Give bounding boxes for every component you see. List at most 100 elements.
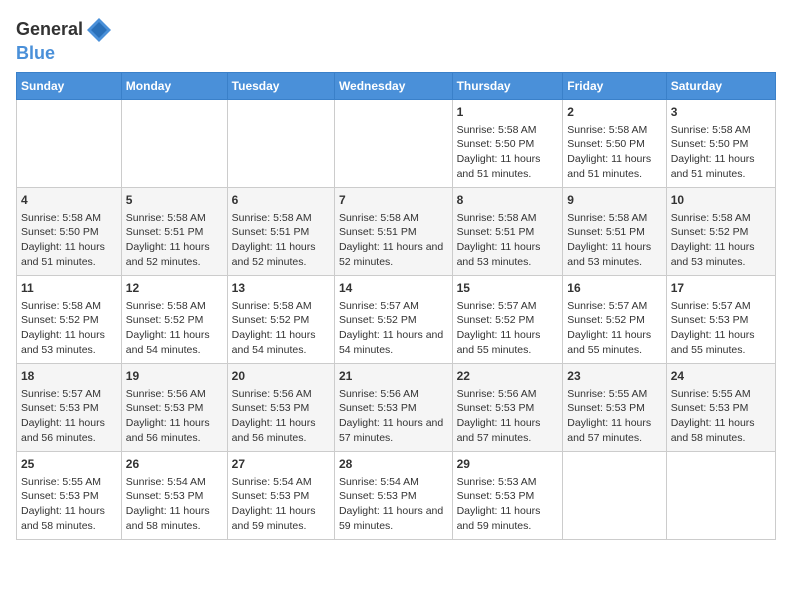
sunrise-label: Sunrise: 5:58 AM [339,212,419,224]
sunset-label: Sunset: 5:53 PM [339,490,417,502]
day-number: 23 [567,368,661,385]
sunset-label: Sunset: 5:53 PM [457,490,535,502]
sunrise-label: Sunrise: 5:56 AM [339,388,419,400]
sunset-label: Sunset: 5:53 PM [21,490,99,502]
sunrise-label: Sunrise: 5:58 AM [232,300,312,312]
daylight-label: Daylight: 11 hours and 59 minutes. [339,505,443,532]
day-cell: 10 Sunrise: 5:58 AM Sunset: 5:52 PM Dayligh… [666,188,775,276]
week-row-3: 11Sunrise: 5:58 AMSunset: 5:52 PMDayligh… [17,276,776,364]
day-number: 26 [126,456,223,473]
day-number: 3 [671,104,771,121]
day-cell: 26Sunrise: 5:54 AMSunset: 5:53 PMDayligh… [121,452,227,540]
sunset-label: Sunset: 5:50 PM [567,138,645,150]
daylight-label: Daylight: 11 hours and 51 minutes. [567,153,651,180]
sunrise-label: Sunrise: 5:58 AM [671,124,751,136]
daylight-label: Daylight: 11 hours and 58 minutes. [126,505,210,532]
col-header-saturday: Saturday [666,73,775,100]
sunrise-label: Sunrise: 5:58 AM [126,300,206,312]
daylight-label: Daylight: 11 hours and 57 minutes. [567,417,651,444]
calendar-table: SundayMondayTuesdayWednesdayThursdayFrid… [16,72,776,540]
day-cell: 27Sunrise: 5:54 AMSunset: 5:53 PMDayligh… [227,452,334,540]
sunset-label: Sunset: 5:53 PM [21,402,99,414]
day-cell: 14Sunrise: 5:57 AMSunset: 5:52 PMDayligh… [334,276,452,364]
daylight-label: Daylight: 11 hours and 54 minutes. [339,329,443,356]
sunset-label: Sunset: 5:52 PM [671,226,749,238]
day-cell: 17Sunrise: 5:57 AMSunset: 5:53 PMDayligh… [666,276,775,364]
day-cell: 23Sunrise: 5:55 AMSunset: 5:53 PMDayligh… [563,364,666,452]
day-number: 27 [232,456,330,473]
sunrise-label: Sunrise: 5:56 AM [232,388,312,400]
sunset-label: Sunset: 5:53 PM [232,490,310,502]
daylight-label: Daylight: 11 hours and 52 minutes. [232,241,316,268]
day-number: 1 [457,104,559,121]
sunrise-label: Sunrise: 5:54 AM [126,476,206,488]
sunset-label: Sunset: 5:53 PM [457,402,535,414]
day-number: 7 [339,192,448,209]
day-number: 21 [339,368,448,385]
day-cell: 21Sunrise: 5:56 AMSunset: 5:53 PMDayligh… [334,364,452,452]
logo-text: General [16,20,83,40]
col-header-wednesday: Wednesday [334,73,452,100]
sunset-label: Sunset: 5:53 PM [126,402,204,414]
sunrise-label: Sunrise: 5:57 AM [567,300,647,312]
day-cell: 18Sunrise: 5:57 AMSunset: 5:53 PMDayligh… [17,364,122,452]
day-number: 5 [126,192,223,209]
day-number: 9 [567,192,661,209]
sunrise-label: Sunrise: 5:58 AM [567,212,647,224]
sunrise-label: Sunrise: 5:53 AM [457,476,537,488]
day-cell: 16Sunrise: 5:57 AMSunset: 5:52 PMDayligh… [563,276,666,364]
daylight-label: Daylight: 11 hours and 51 minutes. [21,241,105,268]
day-cell [666,452,775,540]
daylight-label: Daylight: 11 hours and 52 minutes. [126,241,210,268]
sunset-label: Sunset: 5:52 PM [126,314,204,326]
day-cell: 20Sunrise: 5:56 AMSunset: 5:53 PMDayligh… [227,364,334,452]
day-cell: 28 Sunrise: 5:54 AM Sunset: 5:53 PM Dayligh… [334,452,452,540]
sunset-label: Sunset: 5:51 PM [339,226,417,238]
sunrise-label: Sunrise: 5:58 AM [671,212,751,224]
sunset-label: Sunset: 5:51 PM [232,226,310,238]
logo-icon [85,16,113,44]
day-cell [334,100,452,188]
sunrise-label: Sunrise: 5:58 AM [457,124,537,136]
day-number: 20 [232,368,330,385]
daylight-label: Daylight: 11 hours and 53 minutes. [671,241,755,268]
daylight-label: Daylight: 11 hours and 59 minutes. [232,505,316,532]
sunset-label: Sunset: 5:51 PM [457,226,535,238]
sunrise-label: Sunrise: 5:58 AM [126,212,206,224]
sunset-label: Sunset: 5:50 PM [21,226,99,238]
sunrise-label: Sunrise: 5:57 AM [671,300,751,312]
day-cell [17,100,122,188]
day-number: 29 [457,456,559,473]
daylight-label: Daylight: 11 hours and 58 minutes. [671,417,755,444]
day-number: 14 [339,280,448,297]
sunrise-label: Sunrise: 5:58 AM [567,124,647,136]
sunrise-label: Sunrise: 5:56 AM [457,388,537,400]
day-cell: 29Sunrise: 5:53 AMSunset: 5:53 PMDayligh… [452,452,563,540]
sunrise-label: Sunrise: 5:58 AM [21,300,101,312]
daylight-label: Daylight: 11 hours and 57 minutes. [457,417,541,444]
day-cell [121,100,227,188]
day-cell: 1Sunrise: 5:58 AMSunset: 5:50 PMDaylight… [452,100,563,188]
day-cell: 6Sunrise: 5:58 AMSunset: 5:51 PMDaylight… [227,188,334,276]
sunset-label: Sunset: 5:52 PM [567,314,645,326]
day-cell [563,452,666,540]
day-number: 28 [339,456,448,473]
sunrise-label: Sunrise: 5:55 AM [671,388,751,400]
daylight-label: Daylight: 11 hours and 53 minutes. [567,241,651,268]
col-header-thursday: Thursday [452,73,563,100]
day-number: 10 [671,192,771,209]
col-header-friday: Friday [563,73,666,100]
week-row-5: 25Sunrise: 5:55 AMSunset: 5:53 PMDayligh… [17,452,776,540]
daylight-label: Daylight: 11 hours and 54 minutes. [232,329,316,356]
sunrise-label: Sunrise: 5:57 AM [339,300,419,312]
daylight-label: Daylight: 11 hours and 57 minutes. [339,417,443,444]
sunset-label: Sunset: 5:53 PM [671,402,749,414]
col-header-tuesday: Tuesday [227,73,334,100]
day-cell: 11Sunrise: 5:58 AMSunset: 5:52 PMDayligh… [17,276,122,364]
daylight-label: Daylight: 11 hours and 52 minutes. [339,241,443,268]
daylight-label: Daylight: 11 hours and 55 minutes. [671,329,755,356]
day-number: 24 [671,368,771,385]
day-number: 19 [126,368,223,385]
sunrise-label: Sunrise: 5:54 AM [339,476,419,488]
day-number: 2 [567,104,661,121]
